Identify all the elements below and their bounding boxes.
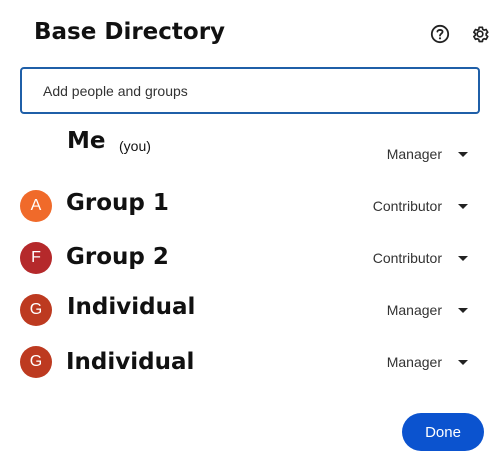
done-button[interactable]: Done [402, 413, 484, 451]
role-label: Manager [386, 354, 442, 370]
role-label: Contributor [372, 250, 442, 266]
role-dropdown[interactable]: Manager [387, 302, 468, 318]
chevron-down-icon [458, 255, 468, 261]
add-people-search[interactable] [20, 67, 480, 114]
role-dropdown[interactable]: Manager [387, 354, 468, 370]
gear-icon[interactable] [469, 23, 491, 45]
avatar: F [20, 242, 52, 274]
role-dropdown[interactable]: Contributor [373, 250, 468, 266]
avatar-letter: G [29, 301, 43, 318]
search-input[interactable] [41, 81, 478, 100]
help-circle-icon[interactable] [429, 23, 451, 45]
you-label: (you) [119, 138, 151, 154]
role-label: Manager [386, 146, 442, 162]
chevron-down-icon [458, 203, 468, 209]
member-row-individual-2: G Individual Manager [0, 343, 504, 383]
chevron-down-icon [458, 151, 468, 157]
avatar: A [20, 190, 52, 222]
avatar-letter: A [30, 197, 42, 214]
role-dropdown[interactable]: Contributor [373, 198, 468, 214]
avatar: G [20, 294, 52, 326]
avatar-letter: G [29, 353, 43, 370]
member-name: Individual [66, 349, 195, 375]
chevron-down-icon [458, 307, 468, 313]
member-name: Group 1 [66, 190, 169, 216]
member-name: Individual [67, 294, 196, 320]
member-row-group-2: F Group 2 Contributor [0, 238, 504, 278]
dialog-title: Base Directory [34, 19, 226, 45]
avatar-letter: F [31, 249, 41, 266]
member-row-group-1: A Group 1 Contributor [0, 186, 504, 226]
role-label: Contributor [372, 198, 442, 214]
member-row-me: Me (you) Manager [0, 126, 504, 166]
role-label: Manager [386, 302, 442, 318]
role-dropdown[interactable]: Manager [387, 146, 468, 162]
avatar: G [20, 346, 52, 378]
member-name: Me [67, 128, 106, 154]
chevron-down-icon [458, 359, 468, 365]
member-name: Group 2 [66, 244, 169, 270]
share-dialog: Base Directory Me (you) Manager A Group … [0, 0, 504, 472]
member-row-individual-1: G Individual Manager [0, 290, 504, 330]
